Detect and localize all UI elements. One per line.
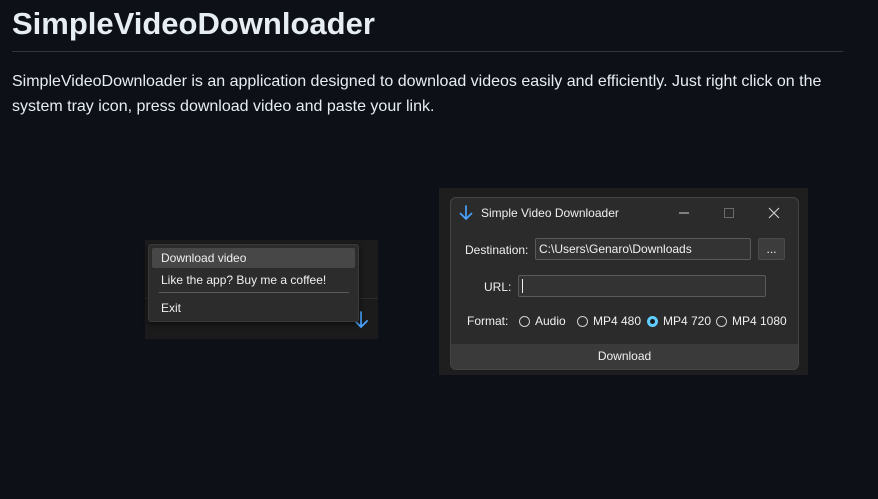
menu-item-exit[interactable]: Exit [152, 298, 355, 318]
window-screenshot: Simple Video Downloader Destination: C:\… [439, 188, 808, 375]
format-option-label: MP4 720 [663, 314, 712, 328]
minimize-icon [679, 212, 689, 214]
destination-label: Destination: [465, 243, 529, 257]
url-input[interactable] [518, 275, 766, 297]
format-option-label: Audio [535, 314, 566, 328]
format-option-audio[interactable]: Audio [519, 314, 566, 328]
radio-checked-icon [647, 315, 658, 327]
maximize-icon [724, 208, 734, 218]
destination-field[interactable]: C:\Users\Genaro\Downloads [535, 238, 751, 260]
title-bar: Simple Video Downloader [451, 198, 798, 228]
window-title: Simple Video Downloader [481, 206, 619, 220]
close-button[interactable] [754, 200, 794, 226]
context-menu: Download video Like the app? Buy me a co… [148, 244, 359, 322]
menu-item-download-video[interactable]: Download video [152, 248, 355, 268]
format-option-label: MP4 1080 [732, 314, 787, 328]
menu-separator [159, 292, 349, 293]
maximize-button[interactable] [709, 200, 749, 226]
app-window: Simple Video Downloader Destination: C:\… [450, 197, 799, 370]
tray-screenshot: ^ Download video Like the app? Buy me a … [145, 240, 378, 339]
page-title: SimpleVideoDownloader [12, 6, 375, 41]
radio-unchecked-icon [716, 315, 727, 327]
download-button[interactable]: Download [451, 344, 798, 369]
text-cursor [522, 279, 523, 293]
minimize-button[interactable] [664, 200, 704, 226]
format-option-mp4-720[interactable]: MP4 720 [647, 314, 711, 328]
format-label: Format: [467, 314, 509, 328]
format-option-mp4-480[interactable]: MP4 480 [577, 314, 641, 328]
app-download-icon [459, 205, 473, 220]
menu-item-buy-coffee[interactable]: Like the app? Buy me a coffee! [152, 270, 355, 290]
close-icon [768, 207, 780, 219]
format-option-mp4-1080[interactable]: MP4 1080 [716, 314, 787, 328]
url-label: URL: [484, 280, 512, 294]
browse-button[interactable]: ... [758, 238, 785, 260]
title-divider [12, 51, 843, 52]
radio-unchecked-icon [519, 315, 530, 327]
page-description: SimpleVideoDownloader is an application … [12, 73, 822, 115]
format-option-label: MP4 480 [593, 314, 642, 328]
radio-unchecked-icon [577, 315, 588, 327]
